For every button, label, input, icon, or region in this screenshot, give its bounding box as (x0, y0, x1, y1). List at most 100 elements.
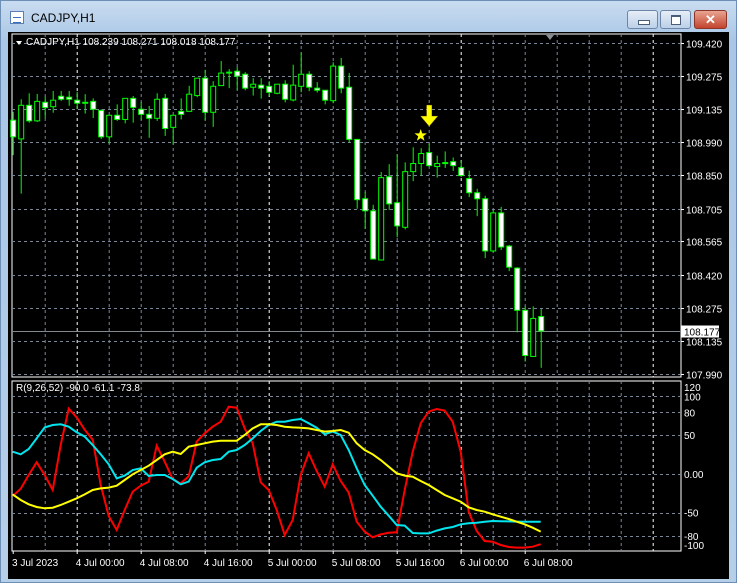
candle-body-bear (474, 192, 481, 200)
candle-body-bull (434, 163, 441, 168)
candle-body-bear (498, 212, 505, 248)
candle-body-bull (194, 77, 201, 97)
price-axis-label: 109.420 (686, 40, 723, 51)
candle-body-bull (418, 153, 425, 165)
chart-canvas[interactable]: 109.420 109.275 109.135 108.990 108.850 108.7… (0, 0, 737, 583)
candle-body-bear (522, 309, 529, 357)
candle-body-bull (274, 83, 281, 94)
candle-body-bear (242, 73, 249, 89)
candle (242, 72, 249, 91)
candle-body-bear (266, 85, 273, 93)
candle-body-bull (34, 100, 41, 122)
candle (522, 306, 529, 362)
candle (498, 206, 505, 251)
indicator-axis-label: 50 (684, 431, 696, 442)
candle-body-bear (426, 152, 433, 167)
candle-body-bear (114, 114, 121, 120)
candle (370, 204, 377, 260)
candle-body-bull (250, 83, 257, 88)
candle-body-bull (154, 98, 161, 119)
price-axis-label: 108.705 (686, 206, 723, 217)
candle (378, 172, 385, 261)
time-axis-label: 5 Jul 00:00 (268, 558, 317, 569)
candle-body-bear (354, 138, 361, 201)
candle-body-bear (362, 198, 369, 212)
candle-body-bear (202, 77, 209, 113)
candle-body-bear (234, 70, 241, 77)
time-axis-label: 6 Jul 08:00 (524, 558, 573, 569)
candle-body-bull (218, 72, 225, 87)
candle-body-bear (538, 316, 545, 332)
candle (274, 83, 281, 95)
candle-body-bear (306, 73, 313, 88)
candle-body-bull (18, 104, 25, 140)
time-axis-label: 3 Jul 2023 (12, 558, 59, 569)
candle-body-bear (466, 178, 473, 194)
candle (482, 195, 489, 259)
time-axis-label: 4 Jul 08:00 (140, 558, 189, 569)
indicator-axis-label: 0.00 (684, 470, 704, 481)
candle-body-bear (386, 176, 393, 205)
candle-body-bear (394, 202, 401, 227)
candle-body-bear (82, 101, 89, 104)
price-axis-label: 109.135 (686, 106, 723, 117)
time-axis-label: 4 Jul 00:00 (76, 558, 125, 569)
candle-body-bear (514, 267, 521, 311)
price-axis-label: 109.275 (686, 73, 723, 84)
price-axis-label: 108.275 (686, 305, 723, 316)
candle-body-bear (58, 95, 65, 100)
candle-body-bull (226, 71, 233, 74)
candle-body-bear (162, 97, 169, 129)
candle-body-bear (90, 100, 97, 110)
price-axis-label: 108.850 (686, 172, 723, 183)
time-axis-label: 6 Jul 00:00 (460, 558, 509, 569)
candle-body-bear (74, 99, 81, 104)
candle-body-bear (322, 89, 329, 101)
candle (402, 162, 409, 230)
candle-body-bear (482, 198, 489, 252)
candle-body-bear (66, 96, 73, 100)
candle-body-bear (10, 119, 17, 138)
candle-body-bear (98, 109, 105, 138)
candle-body-bear (346, 86, 353, 140)
candle-body-bull (298, 73, 305, 87)
current-price-label: 108.177 (684, 328, 721, 339)
candle-body-bear (458, 167, 465, 177)
indicator-readout: R(9,26,52) -90.0 -61.1 -73.8 (16, 383, 140, 394)
indicator-axis-label: 80 (684, 409, 696, 420)
candle-body-bull (106, 114, 113, 138)
candle-body-bear (130, 97, 137, 108)
candle (354, 138, 361, 209)
candle-body-bull (490, 212, 497, 252)
indicator-axis-label: -50 (684, 509, 699, 520)
candle (330, 62, 337, 104)
candle-body-bull (186, 93, 193, 112)
indicator-axis-label: 100 (684, 393, 701, 404)
candle-body-bull (170, 114, 177, 128)
candle-body-bear (26, 104, 33, 122)
candle-body-bull (530, 317, 537, 357)
price-axis-label: 108.135 (686, 338, 723, 349)
candle-body-bull (122, 97, 129, 120)
candle-body-bear (138, 108, 145, 115)
time-axis-label: 4 Jul 16:00 (204, 558, 253, 569)
candle-body-bull (330, 65, 337, 102)
candle (194, 77, 201, 98)
candle-body-bear (338, 65, 345, 89)
candle (122, 97, 129, 124)
candle-body-bear (42, 101, 49, 109)
candle (490, 209, 497, 253)
candle-body-bull (402, 171, 409, 228)
indicator-axis-label: -100 (684, 541, 704, 552)
candle-body-bull (442, 162, 449, 165)
candle-body-bear (178, 110, 185, 115)
candle (506, 244, 513, 272)
candle-body-bull (410, 163, 417, 173)
candle-body-bear (370, 210, 377, 260)
candle-body-bear (282, 83, 289, 100)
candle-body-bear (258, 84, 265, 89)
price-axis-label: 108.990 (686, 139, 723, 150)
time-axis-label: 5 Jul 16:00 (396, 558, 445, 569)
candle-body-bull (210, 85, 217, 113)
candle-body-bear (450, 161, 457, 167)
